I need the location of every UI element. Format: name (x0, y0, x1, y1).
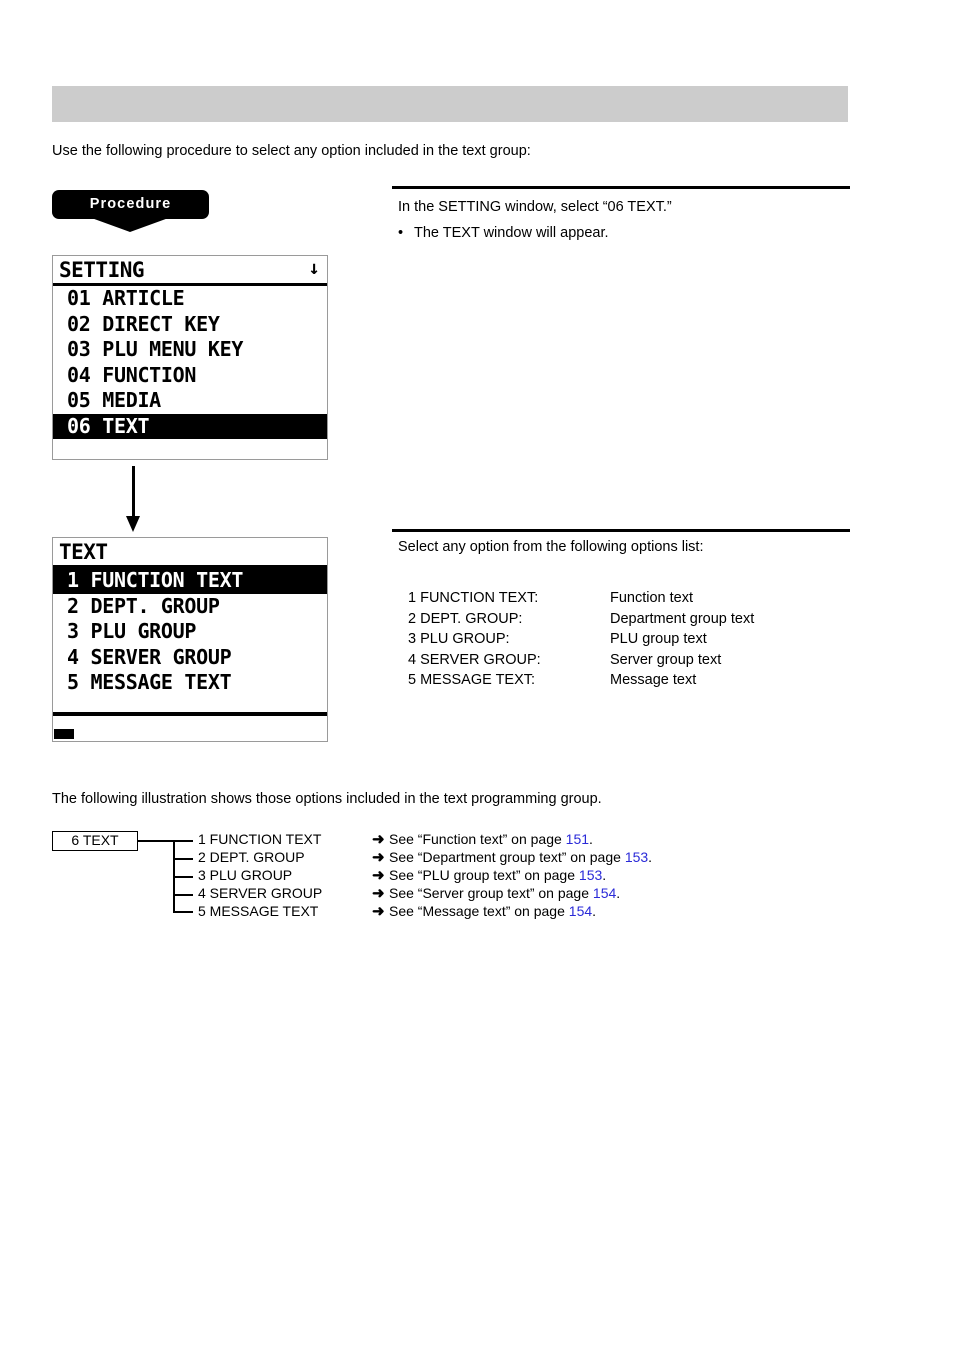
step-1-instruction: In the SETTING window, select “06 TEXT.” (398, 199, 672, 215)
list-item: ➜ See “Server group text” on page 154. (372, 885, 620, 902)
see-reference-text: See “Department group text” on page (389, 849, 625, 865)
flow-arrow-shaft (132, 466, 135, 519)
lcd-text-item-function-text[interactable]: 1 FUNCTION TEXT (53, 568, 327, 594)
page-number-link[interactable]: 154 (569, 903, 592, 919)
lcd-setting-item-direct-key[interactable]: 02 DIRECT KEY (53, 312, 327, 338)
lcd-setting-item-plu-menu-key[interactable]: 03 PLU MENU KEY (53, 337, 327, 363)
right-arrow-icon: ➜ (372, 903, 385, 920)
page-number-link[interactable]: 153 (625, 849, 648, 865)
tree-branch (173, 876, 193, 878)
tree-branch (173, 911, 193, 913)
lcd-text-item-plu-group[interactable]: 3 PLU GROUP (53, 619, 327, 645)
option-key: 4 SERVER GROUP: (408, 651, 541, 668)
manual-page: { "header": { "band_title": "", "band_co… (0, 0, 954, 1348)
procedure-badge-label: Procedure (89, 196, 172, 212)
scroll-down-arrow-icon[interactable]: ↓ (309, 258, 320, 279)
tree-root-connector (138, 840, 174, 842)
lcd-text-item-message-text[interactable]: 5 MESSAGE TEXT (53, 670, 327, 696)
lcd-text-title: TEXT (59, 540, 108, 564)
period: . (602, 867, 607, 883)
lcd-setting-title: SETTING (59, 258, 145, 282)
lcd-text-item-server-group[interactable]: 4 SERVER GROUP (53, 645, 327, 671)
flow-arrow-down-icon (126, 466, 142, 532)
list-item: ➜ See “Function text” on page 151. (372, 831, 593, 848)
options-mapping-table: 1 FUNCTION TEXT: Function text 2 DEPT. G… (408, 589, 754, 692)
step-1-bullet-text: The TEXT window will appear. (414, 225, 609, 241)
see-reference-text: See “PLU group text” on page (389, 867, 579, 883)
intro-paragraph: Use the following procedure to select an… (52, 143, 531, 159)
right-arrow-icon: ➜ (372, 849, 385, 866)
tree-branch (173, 858, 193, 860)
lcd-text-input-cursor (54, 729, 74, 739)
period: . (648, 849, 653, 865)
lcd-setting-item-media[interactable]: 05 MEDIA (53, 388, 327, 414)
option-key: 5 MESSAGE TEXT: (408, 672, 536, 688)
option-key: 3 PLU GROUP: (408, 631, 510, 647)
tree-item-label: 4 SERVER GROUP (198, 885, 323, 901)
text-group-tree-diagram: 6 TEXT 1 FUNCTION TEXT 2 DEPT. GROUP 3 P… (52, 831, 672, 927)
lcd-setting-rows: 01 ARTICLE 02 DIRECT KEY 03 PLU MENU KEY… (53, 286, 327, 439)
period: . (589, 831, 593, 847)
step-2-divider (392, 529, 850, 532)
page-number-link[interactable]: 154 (593, 885, 616, 901)
right-arrow-icon: ➜ (372, 831, 385, 848)
period: . (616, 885, 621, 901)
option-key: 2 DEPT. GROUP: (408, 610, 523, 627)
step-1-bullet-marker: • (398, 225, 404, 241)
lcd-text-rows: 1 FUNCTION TEXT 2 DEPT. GROUP 3 PLU GROU… (53, 568, 327, 696)
lcd-text-item-dept-group[interactable]: 2 DEPT. GROUP (53, 594, 327, 620)
right-arrow-icon: ➜ (372, 885, 385, 902)
page-number-link[interactable]: 153 (579, 867, 602, 883)
option-value: PLU group text (610, 631, 707, 647)
tree-branch (173, 840, 193, 842)
table-row: 3 PLU GROUP: PLU group text (408, 630, 754, 651)
tree-branch (173, 894, 193, 896)
period: . (592, 903, 597, 919)
illustration-intro-paragraph: The following illustration shows those o… (52, 791, 602, 807)
lcd-setting-item-function[interactable]: 04 FUNCTION (53, 363, 327, 389)
page-number-link[interactable]: 151 (566, 831, 589, 847)
lcd-screen-setting[interactable]: SETTING ↓ 01 ARTICLE 02 DIRECT KEY 03 PL… (52, 255, 328, 460)
list-item: ➜ See “Department group text” on page 153… (372, 849, 652, 866)
tree-root-box: 6 TEXT (52, 831, 138, 851)
table-row: 2 DEPT. GROUP: Department group text (408, 610, 754, 631)
flow-arrow-head (126, 516, 140, 532)
step-1-divider (392, 186, 850, 189)
procedure-badge: Procedure (52, 190, 209, 232)
tree-item-label: 5 MESSAGE TEXT (198, 903, 319, 919)
step-2-instruction: Select any option from the following opt… (398, 539, 704, 555)
see-reference-text: See “Server group text” on page (389, 885, 593, 901)
option-value: Server group text (610, 651, 722, 668)
option-value: Message text (610, 672, 697, 688)
list-item: ➜ See “Message text” on page 154. (372, 903, 596, 920)
tree-item-label: 3 PLU GROUP (198, 867, 293, 883)
lcd-text-titlebar: TEXT (53, 538, 327, 565)
lcd-setting-item-text[interactable]: 06 TEXT (53, 413, 327, 439)
table-row: 4 SERVER GROUP: Server group text (408, 651, 754, 672)
option-value: Function text (610, 590, 694, 606)
tree-item-label: 2 DEPT. GROUP (198, 849, 305, 865)
lcd-screen-text[interactable]: TEXT 1 FUNCTION TEXT 2 DEPT. GROUP 3 PLU… (52, 537, 328, 742)
lcd-setting-item-article[interactable]: 01 ARTICLE (53, 286, 327, 312)
right-arrow-icon: ➜ (372, 867, 385, 884)
section-header-band (52, 86, 848, 122)
table-row: 5 MESSAGE TEXT: Message text (408, 671, 754, 692)
tree-item-label: 1 FUNCTION TEXT (198, 831, 322, 847)
option-key: 1 FUNCTION TEXT: (408, 590, 539, 606)
option-value: Department group text (610, 610, 755, 627)
see-reference-text: See “Message text” on page (389, 903, 569, 919)
table-row: 1 FUNCTION TEXT: Function text (408, 589, 754, 610)
lcd-setting-titlebar: SETTING ↓ (53, 256, 327, 283)
lcd-text-footer-separator (53, 712, 327, 716)
see-reference-text: See “Function text” on page (389, 831, 566, 847)
list-item: ➜ See “PLU group text” on page 153. (372, 867, 606, 884)
